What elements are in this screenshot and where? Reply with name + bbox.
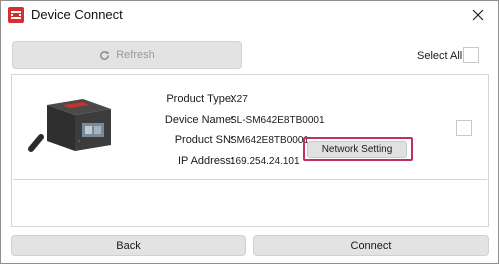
network-setting-button[interactable]: Network Setting	[307, 141, 407, 158]
product-type-label: Product Type:	[166, 93, 234, 105]
title-bar: Device Connect	[1, 1, 498, 29]
device-connect-window: Device Connect Refresh Select All Produc…	[0, 0, 499, 264]
refresh-button[interactable]: Refresh	[12, 41, 242, 69]
device-card[interactable]: Product Type: X27 Device Name: SL-SM642E…	[13, 76, 487, 180]
product-sn-label: Product SN:	[174, 134, 234, 146]
device-name-label: Device Name:	[164, 114, 234, 126]
device-name-value: SL-SM642E8TB0001	[230, 115, 325, 126]
select-all-label: Select All	[417, 50, 463, 62]
refresh-icon	[99, 50, 110, 61]
refresh-label: Refresh	[116, 49, 155, 61]
close-icon	[472, 9, 484, 21]
device-select-checkbox[interactable]	[456, 120, 472, 136]
product-sn-value: SM642E8TB0001	[230, 135, 309, 146]
app-logo-icon	[8, 7, 24, 23]
product-type-value: X27	[230, 94, 248, 105]
ip-address-label: IP Address:	[177, 155, 234, 167]
ip-address-value: 169.254.24.101	[230, 156, 300, 167]
back-button[interactable]: Back	[11, 235, 246, 256]
barcode-scanner-device-image	[28, 99, 111, 152]
close-button[interactable]	[468, 5, 488, 25]
connect-button[interactable]: Connect	[253, 235, 489, 256]
window-title: Device Connect	[31, 7, 123, 22]
select-all-checkbox[interactable]	[463, 47, 479, 63]
device-list: Product Type: X27 Device Name: SL-SM642E…	[11, 74, 489, 227]
